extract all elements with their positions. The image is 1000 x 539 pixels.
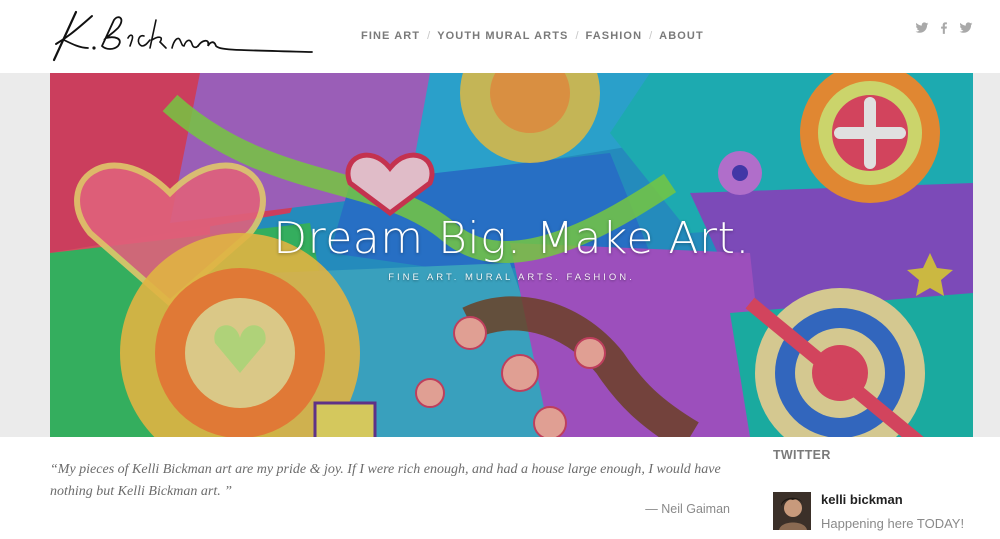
testimonial-quote: “My pieces of Kelli Bickman art are my p…	[50, 462, 721, 499]
twitter-heading: TWITTER	[773, 448, 831, 462]
twitter-icon[interactable]	[959, 21, 973, 35]
avatar-image	[773, 492, 811, 530]
hero-title: Dream Big. Make Art.	[273, 213, 750, 264]
site-logo[interactable]	[52, 8, 314, 64]
testimonial-author: — Neil Gaiman	[645, 502, 730, 516]
nav-fine-art[interactable]: FINE ART	[361, 30, 420, 42]
hero-banner: Dream Big. Make Art. FINE ART. MURAL ART…	[50, 73, 973, 437]
nav-fashion[interactable]: FASHION	[586, 30, 643, 42]
tweet-text: Happening here TODAY!	[821, 516, 965, 531]
main-nav: FINE ART / YOUTH MURAL ARTS / FASHION / …	[361, 28, 704, 44]
nav-separator: /	[649, 30, 653, 42]
nav-separator: /	[427, 30, 431, 42]
nav-separator: /	[575, 30, 579, 42]
tweet-author-name[interactable]: kelli bickman	[821, 492, 903, 507]
facebook-icon[interactable]	[937, 21, 951, 35]
hero-subtitle: FINE ART. MURAL ARTS. FASHION.	[388, 272, 635, 283]
social-links	[915, 21, 973, 35]
nav-about[interactable]: ABOUT	[659, 30, 704, 42]
nav-youth-mural-arts[interactable]: YOUTH MURAL ARTS	[437, 30, 568, 42]
avatar[interactable]	[773, 492, 811, 530]
site-header: FINE ART / YOUTH MURAL ARTS / FASHION / …	[0, 0, 1000, 73]
twitter-icon[interactable]	[915, 21, 929, 35]
